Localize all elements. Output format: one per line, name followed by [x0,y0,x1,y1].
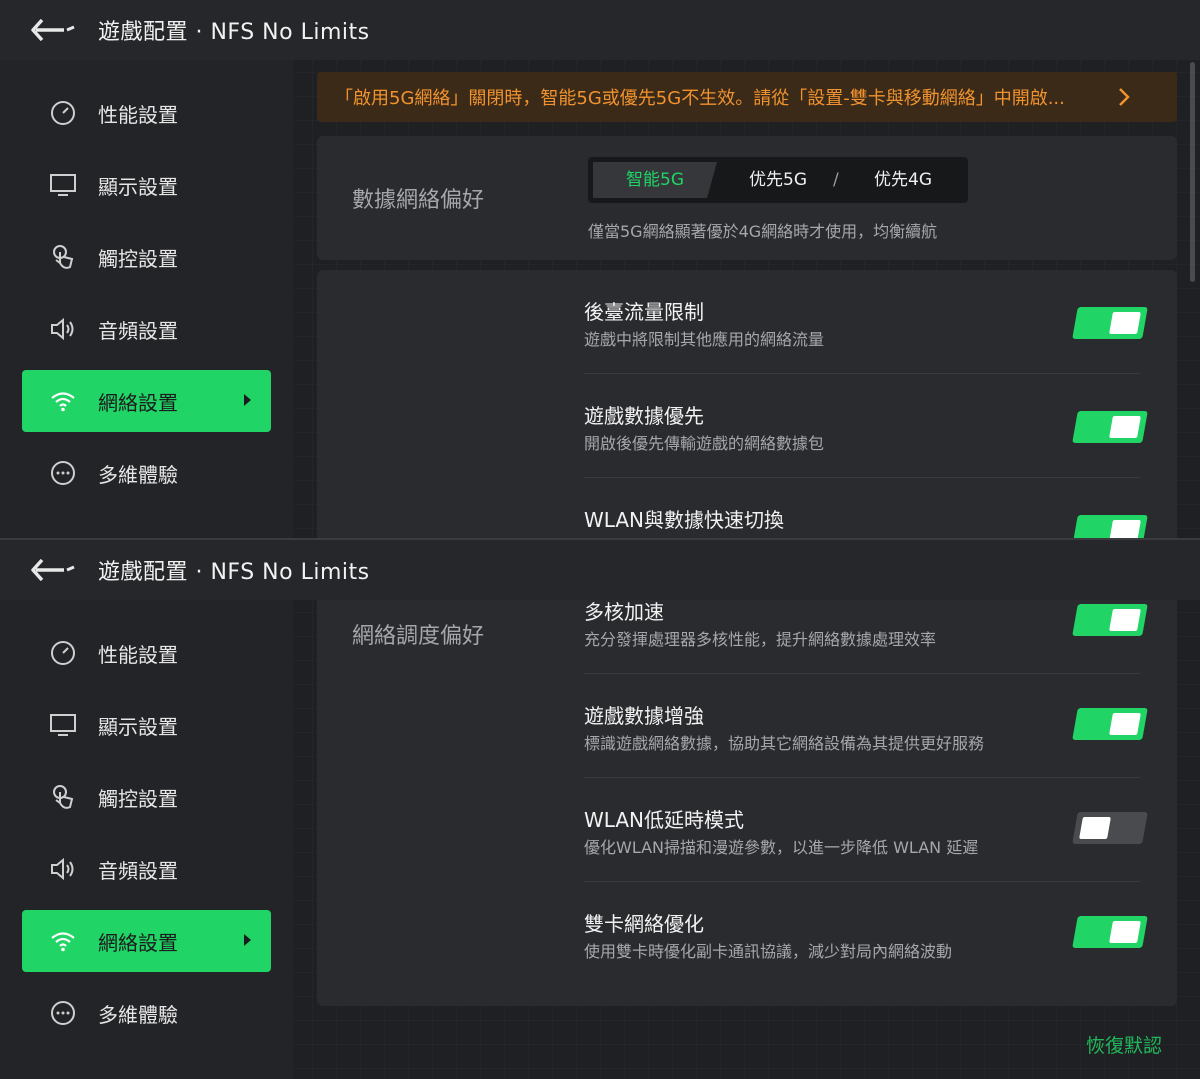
toggle-knob [1109,609,1141,631]
network-sched-card: 網絡調度偏好 多核加速 充分發揮處理器多核性能，提升網絡數據處理效率 遊戲數據增… [317,570,1177,1006]
game-data-boost-toggle[interactable] [1072,708,1148,740]
setting-row: WLAN低延時模式 優化WLAN掃描和漫遊參數，以進一步降低 WLAN 延遲 [584,778,1140,882]
page-title: 遊戲配置 · NFS No Limits [98,560,370,585]
setting-desc: 優化WLAN掃描和漫遊參數，以進一步降低 WLAN 延遲 [584,838,979,857]
setting-row: 後臺流量限制 遊戲中將限制其他應用的網絡流量 [584,270,1140,374]
speaker-icon [49,855,77,883]
sidebar-item-touch[interactable]: 觸控設置 [22,766,271,828]
back-arrow-icon[interactable] [30,555,76,585]
wifi-icon [49,387,77,415]
setting-desc: 標識遊戲網絡數據，協助其它網絡設備為其提供更好服務 [584,734,985,753]
sidebar-item-label: 顯示設置 [98,714,178,739]
setting-title: 雙卡網絡優化 [584,912,704,936]
setting-row: 遊戲數據優先 開啟後優先傳輸遊戲的網絡數據包 [584,374,1140,478]
monitor-icon [49,171,77,199]
header: 遊戲配置 · NFS No Limits [0,0,1200,60]
setting-title: 遊戲數據增強 [584,704,704,728]
scrollbar[interactable] [1190,62,1195,282]
setting-desc: 開啟後優先傳輸遊戲的網絡數據包 [584,434,825,453]
sched-pref-label: 網絡調度偏好 [352,624,485,649]
sidebar: 性能設置 顯示設置 觸控設置 音頻設置 網絡設置 多維體驗 [0,60,293,540]
sidebar-item-audio[interactable]: 音頻設置 [22,838,271,900]
speaker-icon [49,315,77,343]
setting-title: WLAN與數據快速切換 [584,508,785,532]
option-smart-5g[interactable]: 智能5G [593,157,717,203]
option-separator: / [833,170,839,190]
sidebar-item-network[interactable]: 網絡設置 [22,910,271,972]
toggle-knob [1109,520,1141,540]
data-pref-label: 數據網絡偏好 [352,188,485,213]
network-mode-selector[interactable]: 智能5G 优先5G / 优先4G [588,157,968,203]
sidebar-item-label: 音頻設置 [98,318,178,343]
gauge-icon [49,639,77,667]
sidebar-item-label: 觸控設置 [98,786,178,811]
setting-row: 遊戲數據增強 標識遊戲網絡數據，協助其它網絡設備為其提供更好服務 [584,674,1140,778]
toggle-knob [1109,416,1141,438]
more-icon [49,459,77,487]
chevron-right-icon[interactable] [1117,86,1137,108]
wifi-icon [49,927,77,955]
setting-desc: 充分發揮處理器多核性能，提升網絡數據處理效率 [584,630,937,649]
sidebar-item-label: 網絡設置 [98,930,178,955]
setting-title: 多核加速 [584,600,664,624]
data-pref-card: 數據網絡偏好 智能5G 优先5G / 优先4G 僅當5G網絡顯著優於4G網絡時才… [317,136,1177,260]
option-prefer-5g[interactable]: 优先5G [728,157,828,203]
background-traffic-limit-toggle[interactable] [1072,307,1148,339]
sidebar-item-performance[interactable]: 性能設置 [22,82,271,144]
setting-title: 後臺流量限制 [584,300,704,324]
header: 遊戲配置 · NFS No Limits [0,540,1200,600]
banner-text: 「啟用5G網絡」關閉時，智能5G或優先5G不生效。請從「設置-雙卡與移動網絡」中… [335,88,1065,109]
setting-row: 雙卡網絡優化 使用雙卡時優化副卡通訊協議，減少對局內網絡波動 [584,882,1140,986]
sidebar-item-label: 觸控設置 [98,246,178,271]
sidebar-item-performance[interactable]: 性能設置 [22,622,271,684]
toggle-knob [1079,817,1111,839]
toggle-knob [1109,921,1141,943]
sidebar-item-audio[interactable]: 音頻設置 [22,298,271,360]
setting-title: 遊戲數據優先 [584,404,704,428]
sidebar-item-multidim[interactable]: 多維體驗 [22,442,271,504]
sidebar-item-touch[interactable]: 觸控設置 [22,226,271,288]
touch-icon [49,243,77,271]
sidebar-item-display[interactable]: 顯示設置 [22,154,271,216]
sidebar-item-multidim[interactable]: 多維體驗 [22,982,271,1044]
sidebar-item-label: 顯示設置 [98,174,178,199]
touch-icon [49,783,77,811]
sidebar: 性能設置 顯示設置 觸控設置 音頻設置 網絡設置 多維體驗 [0,600,293,1079]
data-pref-hint: 僅當5G網絡顯著優於4G網絡時才使用，均衡續航 [588,222,938,241]
game-data-priority-toggle[interactable] [1072,411,1148,443]
multicore-accel-toggle[interactable] [1072,604,1148,636]
setting-row: WLAN與數據快速切換 [584,478,1140,540]
monitor-icon [49,711,77,739]
setting-title: WLAN低延時模式 [584,808,745,832]
screenshot-top: 遊戲配置 · NFS No Limits 性能設置 顯示設置 觸控設置 音頻設置… [0,0,1200,540]
wlan-low-latency-toggle[interactable] [1072,812,1148,844]
divider [0,538,1200,540]
sidebar-item-label: 網絡設置 [98,390,178,415]
sidebar-item-display[interactable]: 顯示設置 [22,694,271,756]
network-toggles-card: 後臺流量限制 遊戲中將限制其他應用的網絡流量 遊戲數據優先 開啟後優先傳輸遊戲的… [317,270,1177,540]
toggle-knob [1109,312,1141,334]
sidebar-item-label: 多維體驗 [98,1002,178,1027]
back-arrow-icon[interactable] [30,15,76,45]
gauge-icon [49,99,77,127]
caret-right-icon [244,394,251,406]
toggle-knob [1109,713,1141,735]
sidebar-item-label: 性能設置 [98,642,178,667]
page-title: 遊戲配置 · NFS No Limits [98,20,370,45]
restore-default-button[interactable]: 恢復默認 [1086,1031,1162,1058]
setting-desc: 使用雙卡時優化副卡通訊協議，減少對局內網絡波動 [584,942,953,961]
sidebar-item-label: 音頻設置 [98,858,178,883]
warning-banner[interactable]: 「啟用5G網絡」關閉時，智能5G或優先5G不生效。請從「設置-雙卡與移動網絡」中… [317,72,1177,122]
setting-desc: 遊戲中將限制其他應用的網絡流量 [584,330,825,349]
option-prefer-4g[interactable]: 优先4G [853,157,953,203]
dual-sim-optimize-toggle[interactable] [1072,916,1148,948]
wlan-data-switch-toggle[interactable] [1072,515,1148,540]
screenshot-bottom: 遊戲配置 · NFS No Limits 性能設置 顯示設置 觸控設置 音頻設置… [0,540,1200,1079]
more-icon [49,999,77,1027]
caret-right-icon [244,934,251,946]
sidebar-item-label: 多維體驗 [98,462,178,487]
sidebar-item-network[interactable]: 網絡設置 [22,370,271,432]
sidebar-item-label: 性能設置 [98,102,178,127]
